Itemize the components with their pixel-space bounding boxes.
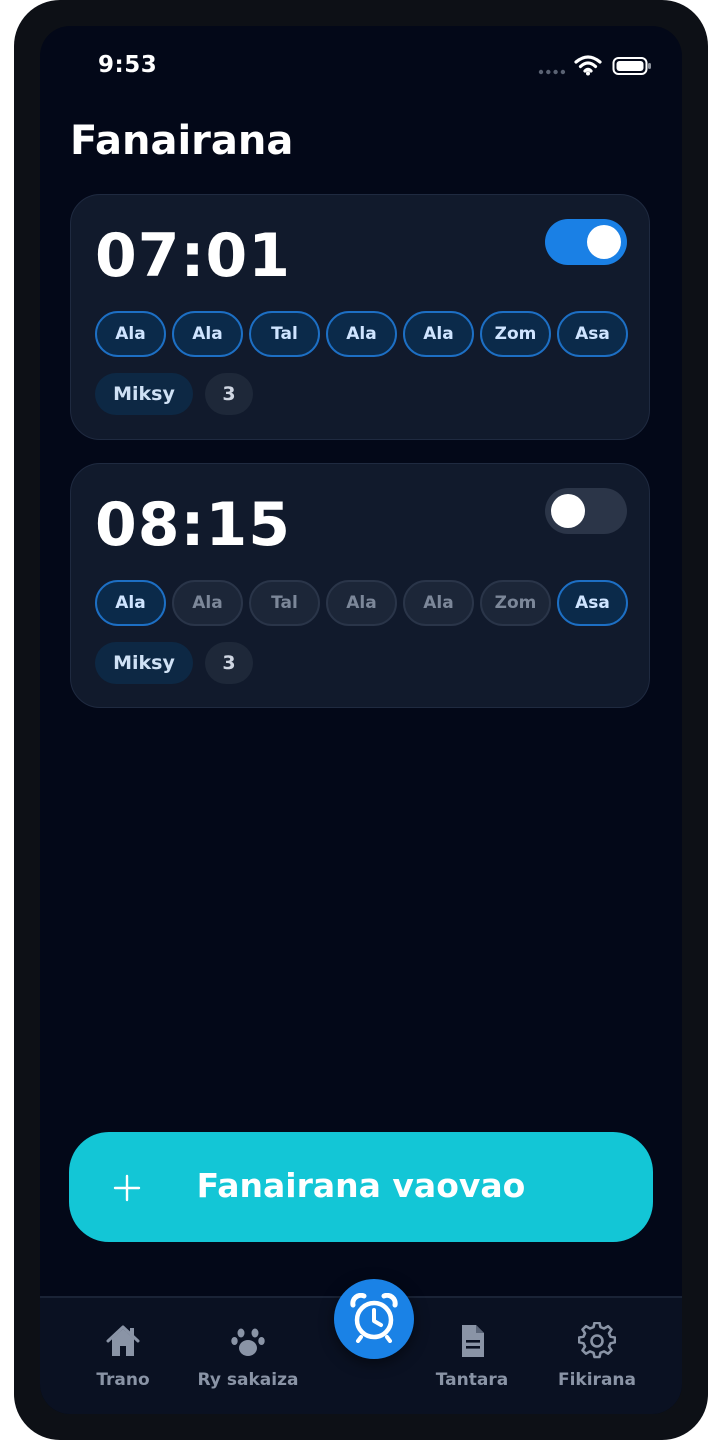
- tab-label: Fikirana: [557, 1370, 636, 1390]
- day-chip[interactable]: Tal: [249, 580, 320, 626]
- new-alarm-button[interactable]: Fanairana vaovao: [69, 1132, 653, 1242]
- tab-label: Trano: [96, 1370, 150, 1390]
- tab-tantara[interactable]: Tantara: [409, 1298, 535, 1414]
- tab-fikirana[interactable]: Fikirana: [534, 1298, 660, 1414]
- tab-trano[interactable]: Trano: [60, 1298, 186, 1414]
- day-chip[interactable]: Ala: [403, 580, 474, 626]
- gear-icon: [578, 1322, 616, 1359]
- day-chip[interactable]: Zom: [480, 580, 551, 626]
- toggle-knob: [587, 225, 621, 259]
- day-chip[interactable]: Asa: [557, 311, 628, 357]
- home-icon: [106, 1325, 140, 1356]
- page-title: Fanairana: [70, 118, 294, 164]
- document-icon: [462, 1325, 484, 1357]
- paw-icon: [231, 1328, 265, 1356]
- count-badge: 3: [205, 373, 253, 415]
- status-time: 9:53: [98, 52, 158, 78]
- day-chip[interactable]: Ala: [172, 311, 243, 357]
- alarm-time[interactable]: 07:01: [95, 221, 291, 291]
- toggle-knob: [551, 494, 585, 528]
- alarm-card[interactable]: 08:15 Ala Ala Tal Ala Ala Zom Asa Miksy …: [70, 463, 650, 708]
- day-chip[interactable]: Zom: [480, 311, 551, 357]
- day-chip[interactable]: Ala: [95, 311, 166, 357]
- tab-label: Ry sakaiza: [197, 1370, 299, 1390]
- signal-icon: [538, 69, 566, 75]
- day-chip[interactable]: Ala: [95, 580, 166, 626]
- day-chip[interactable]: Ala: [172, 580, 243, 626]
- screen: 9:53 Fanairana 07:01 Ala Ala Tal Ala Ala…: [40, 26, 682, 1414]
- day-chip[interactable]: Asa: [557, 580, 628, 626]
- day-chip[interactable]: Ala: [403, 311, 474, 357]
- new-alarm-label: Fanairana vaovao: [196, 1166, 526, 1205]
- alarm-toggle[interactable]: [545, 219, 627, 265]
- day-chip[interactable]: Ala: [326, 311, 397, 357]
- phone-frame: 9:53 Fanairana 07:01 Ala Ala Tal Ala Ala…: [14, 0, 708, 1440]
- tab-label: Tantara: [435, 1370, 509, 1390]
- alarm-card[interactable]: 07:01 Ala Ala Tal Ala Ala Zom Asa Miksy …: [70, 194, 650, 440]
- tab-ry-sakaiza[interactable]: Ry sakaiza: [185, 1298, 311, 1414]
- status-bar: 9:53: [40, 26, 682, 106]
- alarm-clock-icon: [350, 1293, 398, 1343]
- tab-alarm[interactable]: [334, 1279, 414, 1359]
- battery-icon: [612, 57, 651, 75]
- alarm-time[interactable]: 08:15: [95, 490, 291, 560]
- count-badge: 3: [205, 642, 253, 684]
- day-chip[interactable]: Ala: [326, 580, 397, 626]
- sound-badge: Miksy: [95, 642, 193, 684]
- day-chip[interactable]: Tal: [249, 311, 320, 357]
- alarm-toggle[interactable]: [545, 488, 627, 534]
- sound-badge: Miksy: [95, 373, 193, 415]
- wifi-icon: [574, 55, 602, 76]
